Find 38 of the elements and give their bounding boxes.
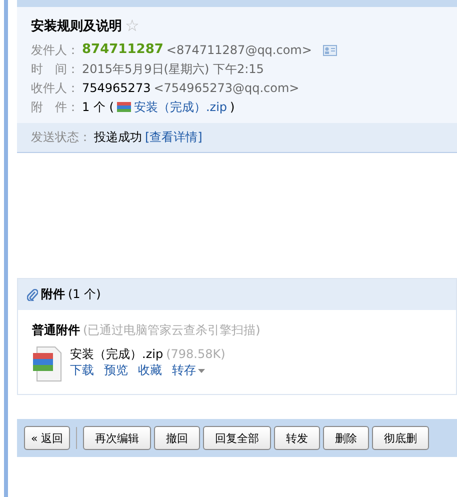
sender-address: <874711287@qq.com> xyxy=(166,42,312,58)
field-label: 附 件： xyxy=(31,99,79,115)
attachment-total: (1 个) xyxy=(68,286,101,303)
details-link[interactable]: [查看详情] xyxy=(145,129,202,146)
toolbar-button[interactable]: 彻底删 xyxy=(372,426,430,450)
file-action-link[interactable]: 预览 xyxy=(104,362,128,379)
toolbar-button[interactable]: 删除 xyxy=(323,426,370,450)
toolbar-button[interactable]: 转发 xyxy=(274,426,320,450)
file-action-link[interactable]: 转存 xyxy=(172,362,196,379)
back-button[interactable]: « 返回 xyxy=(24,426,70,450)
attachment-count: 1 个 ( xyxy=(82,99,114,115)
recipient-name: 754965273 xyxy=(82,80,151,96)
paperclip-icon xyxy=(27,288,38,300)
file-name: 安装（完成）.zip xyxy=(70,346,164,362)
scan-note: (已通过电脑管家云查杀引擎扫描) xyxy=(83,322,260,338)
attachment-link[interactable]: 安装（完成）.zip xyxy=(134,99,228,115)
status-label: 发送状态： xyxy=(31,129,91,146)
file-size: (798.58K) xyxy=(166,346,226,362)
closing-paren: ) xyxy=(230,99,235,115)
mail-subject: 安装规则及说明 xyxy=(31,18,122,35)
contact-card-icon[interactable] xyxy=(322,44,337,56)
date-value: 2015年5月9日(星期六) 下午2:15 xyxy=(82,61,264,77)
field-label: 收件人： xyxy=(31,80,79,96)
toolbar-button[interactable]: 回复全部 xyxy=(203,426,272,450)
attachment-title: 附件 xyxy=(41,286,65,303)
toolbar-button[interactable]: 撤回 xyxy=(154,426,200,450)
toolbar-button[interactable]: 再次编辑 xyxy=(83,426,152,450)
sender-name: 874711287 xyxy=(82,42,164,58)
field-label: 发件人： xyxy=(31,42,79,58)
caret-icon[interactable] xyxy=(198,368,205,372)
file-action-link[interactable]: 下载 xyxy=(70,362,94,379)
recipient-address: <754965273@qq.com> xyxy=(154,80,300,96)
field-label: 时 间： xyxy=(31,61,79,77)
zip-file-icon xyxy=(116,102,131,112)
section-title: 普通附件 xyxy=(32,322,80,338)
status-value: 投递成功 xyxy=(94,129,142,146)
file-action-link[interactable]: 收藏 xyxy=(138,362,162,379)
zip-file-icon xyxy=(32,346,62,382)
